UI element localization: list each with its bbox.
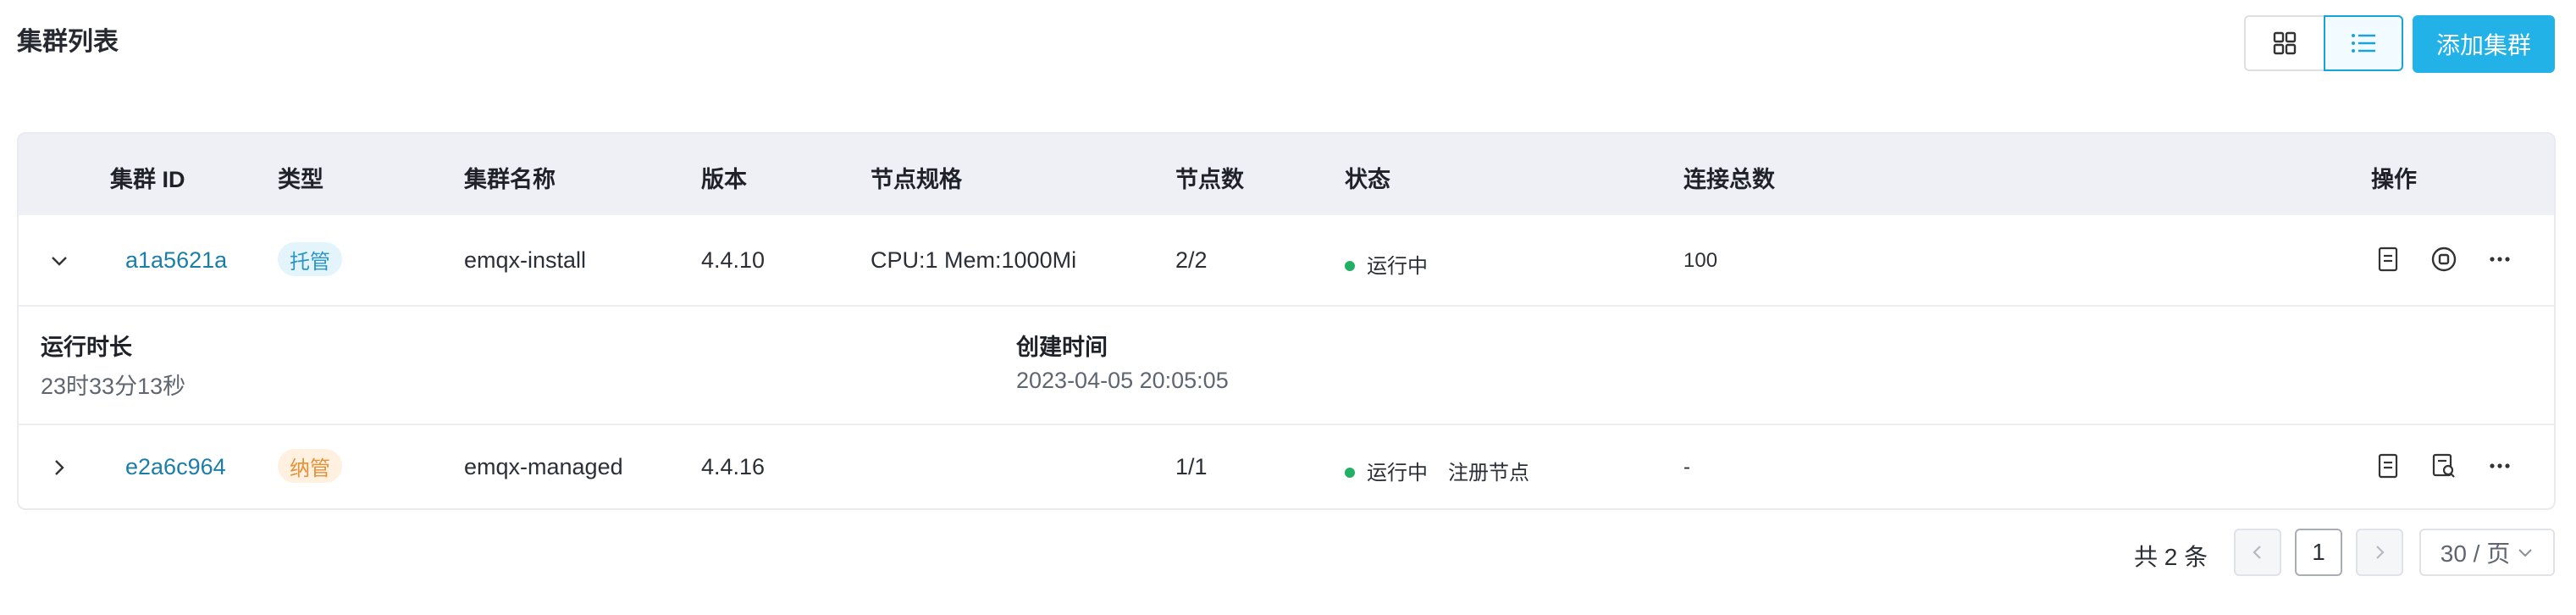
prev-page-button[interactable] — [2234, 529, 2281, 576]
connection-count: - — [1683, 456, 1690, 479]
column-header-nodes: 节点数 — [1175, 167, 1244, 192]
type-badge: 纳管 — [278, 449, 342, 483]
chevron-right-icon — [55, 460, 64, 475]
uptime-label: 运行时长 — [41, 335, 132, 360]
cluster-name: emqx-install — [464, 247, 587, 273]
stop-circle-icon — [2431, 247, 2457, 272]
column-header-status: 状态 — [1345, 167, 1390, 192]
grid-icon — [2273, 31, 2297, 55]
view-certificate-button[interactable] — [2427, 449, 2461, 483]
register-node-link[interactable]: 注册节点 — [1448, 456, 1529, 485]
grid-view-button[interactable] — [2244, 15, 2324, 71]
page-size-value: 30 / 页 — [2440, 540, 2511, 567]
row-details: 运行时长 23时33分13秒 创建时间 2023-04-05 20:05:05 — [19, 305, 2554, 425]
created-label: 创建时间 — [1016, 335, 1108, 360]
cluster-version: 4.4.10 — [701, 247, 766, 273]
add-cluster-button[interactable]: 添加集群 — [2413, 15, 2555, 73]
column-header-name: 集群名称 — [464, 167, 556, 192]
node-spec: CPU:1 Mem:1000Mi — [871, 247, 1077, 273]
status-badge: 运行中 — [1345, 249, 1428, 279]
connection-count: 100 — [1683, 249, 1718, 272]
details-button[interactable] — [2371, 242, 2405, 276]
expand-row-button[interactable] — [42, 451, 76, 485]
chevron-left-icon — [2253, 546, 2261, 559]
table-row: a1a5621a 托管 emqx-install 4.4.10 CPU:1 Me… — [19, 215, 2554, 307]
chevron-down-icon — [2518, 549, 2532, 557]
type-badge: 托管 — [278, 242, 342, 276]
more-actions-button[interactable] — [2483, 449, 2517, 483]
cluster-id-link[interactable]: e2a6c964 — [125, 454, 226, 480]
cluster-name: emqx-managed — [464, 454, 623, 479]
column-header-id: 集群 ID — [110, 167, 185, 192]
created-value: 2023-04-05 20:05:05 — [1016, 368, 1229, 393]
details-button[interactable] — [2371, 449, 2405, 483]
more-icon — [2490, 257, 2510, 262]
collapse-row-button[interactable] — [42, 244, 76, 278]
chevron-down-icon — [52, 257, 67, 266]
status-dot-icon — [1345, 260, 1355, 271]
more-icon — [2490, 463, 2510, 468]
stop-button[interactable] — [2427, 242, 2461, 276]
list-view-button[interactable] — [2324, 15, 2403, 71]
pagination-total: 共 2 条 — [2134, 544, 2208, 570]
table-header: 集群 ID 类型 集群名称 版本 节点规格 节点数 状态 连接总数 操作 — [19, 134, 2554, 215]
table-row: e2a6c964 纳管 emqx-managed 4.4.16 1/1 运行中 … — [19, 424, 2554, 508]
page-title: 集群列表 — [17, 28, 119, 56]
status-text: 运行中 — [1367, 255, 1428, 278]
cluster-version: 4.4.16 — [701, 454, 766, 479]
column-header-version: 版本 — [701, 167, 747, 192]
list-icon — [2352, 34, 2375, 53]
column-header-type: 类型 — [278, 167, 323, 192]
document-icon — [2378, 247, 2398, 272]
node-count: 1/1 — [1175, 454, 1208, 479]
cluster-id-link[interactable]: a1a5621a — [125, 247, 227, 274]
status-badge: 运行中 — [1345, 456, 1428, 485]
document-icon — [2378, 453, 2398, 479]
more-actions-button[interactable] — [2483, 242, 2517, 276]
status-text: 运行中 — [1367, 462, 1428, 485]
uptime-value: 23时33分13秒 — [41, 374, 186, 399]
column-header-connections: 连接总数 — [1683, 167, 1775, 192]
page-size-select[interactable]: 30 / 页 — [2419, 529, 2555, 576]
column-header-spec: 节点规格 — [871, 167, 962, 192]
certificate-icon — [2432, 453, 2455, 478]
page-number-button[interactable]: 1 — [2295, 529, 2342, 576]
column-header-actions: 操作 — [2371, 167, 2417, 192]
node-count: 2/2 — [1175, 247, 1208, 273]
next-page-button[interactable] — [2356, 529, 2403, 576]
cluster-table: 集群 ID 类型 集群名称 版本 节点规格 节点数 状态 连接总数 操作 a1a… — [17, 132, 2556, 510]
view-toggle — [2244, 15, 2403, 73]
chevron-right-icon — [2376, 546, 2385, 559]
status-dot-icon — [1345, 467, 1355, 478]
